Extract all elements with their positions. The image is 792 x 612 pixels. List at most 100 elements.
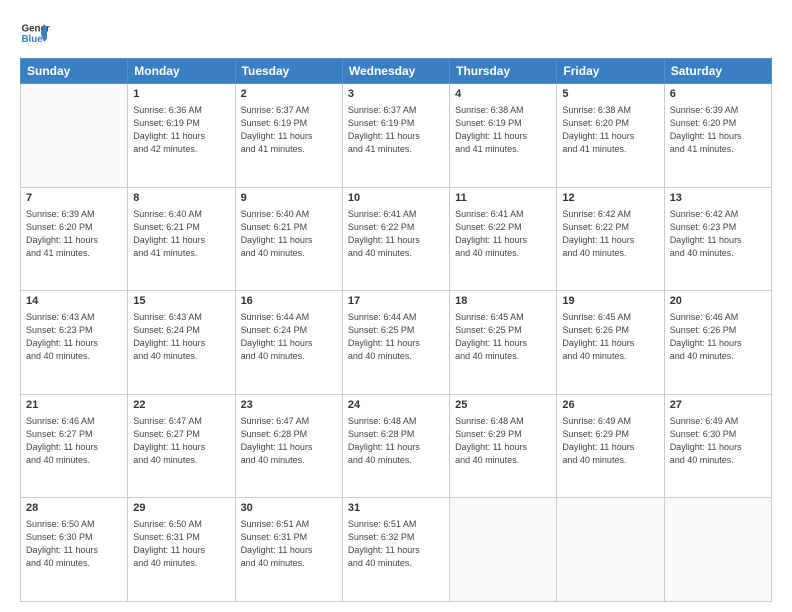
calendar-cell bbox=[21, 84, 128, 188]
day-info: Sunrise: 6:40 AM Sunset: 6:21 PM Dayligh… bbox=[241, 208, 337, 260]
day-number: 23 bbox=[241, 398, 337, 414]
calendar-cell: 11Sunrise: 6:41 AM Sunset: 6:22 PM Dayli… bbox=[450, 187, 557, 291]
calendar-cell bbox=[450, 498, 557, 602]
day-info: Sunrise: 6:48 AM Sunset: 6:29 PM Dayligh… bbox=[455, 415, 551, 467]
day-number: 10 bbox=[348, 191, 444, 207]
calendar-cell: 3Sunrise: 6:37 AM Sunset: 6:19 PM Daylig… bbox=[342, 84, 449, 188]
day-info: Sunrise: 6:46 AM Sunset: 6:26 PM Dayligh… bbox=[670, 311, 766, 363]
day-info: Sunrise: 6:38 AM Sunset: 6:20 PM Dayligh… bbox=[562, 104, 658, 156]
calendar-week-4: 28Sunrise: 6:50 AM Sunset: 6:30 PM Dayli… bbox=[21, 498, 772, 602]
calendar-cell: 15Sunrise: 6:43 AM Sunset: 6:24 PM Dayli… bbox=[128, 291, 235, 395]
day-info: Sunrise: 6:37 AM Sunset: 6:19 PM Dayligh… bbox=[241, 104, 337, 156]
day-number: 6 bbox=[670, 87, 766, 103]
col-header-monday: Monday bbox=[128, 59, 235, 84]
day-number: 21 bbox=[26, 398, 122, 414]
day-number: 4 bbox=[455, 87, 551, 103]
day-info: Sunrise: 6:47 AM Sunset: 6:28 PM Dayligh… bbox=[241, 415, 337, 467]
day-number: 31 bbox=[348, 501, 444, 517]
day-number: 2 bbox=[241, 87, 337, 103]
day-number: 9 bbox=[241, 191, 337, 207]
calendar-cell: 19Sunrise: 6:45 AM Sunset: 6:26 PM Dayli… bbox=[557, 291, 664, 395]
day-number: 27 bbox=[670, 398, 766, 414]
calendar-cell: 29Sunrise: 6:50 AM Sunset: 6:31 PM Dayli… bbox=[128, 498, 235, 602]
day-number: 29 bbox=[133, 501, 229, 517]
day-info: Sunrise: 6:42 AM Sunset: 6:23 PM Dayligh… bbox=[670, 208, 766, 260]
calendar-cell: 23Sunrise: 6:47 AM Sunset: 6:28 PM Dayli… bbox=[235, 394, 342, 498]
calendar-week-3: 21Sunrise: 6:46 AM Sunset: 6:27 PM Dayli… bbox=[21, 394, 772, 498]
day-number: 18 bbox=[455, 294, 551, 310]
calendar-cell: 30Sunrise: 6:51 AM Sunset: 6:31 PM Dayli… bbox=[235, 498, 342, 602]
day-number: 15 bbox=[133, 294, 229, 310]
day-info: Sunrise: 6:50 AM Sunset: 6:31 PM Dayligh… bbox=[133, 518, 229, 570]
logo-icon: General Blue bbox=[20, 18, 50, 48]
calendar-cell: 25Sunrise: 6:48 AM Sunset: 6:29 PM Dayli… bbox=[450, 394, 557, 498]
calendar-cell: 22Sunrise: 6:47 AM Sunset: 6:27 PM Dayli… bbox=[128, 394, 235, 498]
day-number: 1 bbox=[133, 87, 229, 103]
day-info: Sunrise: 6:42 AM Sunset: 6:22 PM Dayligh… bbox=[562, 208, 658, 260]
calendar-cell: 12Sunrise: 6:42 AM Sunset: 6:22 PM Dayli… bbox=[557, 187, 664, 291]
calendar-cell: 26Sunrise: 6:49 AM Sunset: 6:29 PM Dayli… bbox=[557, 394, 664, 498]
day-info: Sunrise: 6:45 AM Sunset: 6:25 PM Dayligh… bbox=[455, 311, 551, 363]
day-number: 16 bbox=[241, 294, 337, 310]
day-number: 12 bbox=[562, 191, 658, 207]
calendar-cell: 4Sunrise: 6:38 AM Sunset: 6:19 PM Daylig… bbox=[450, 84, 557, 188]
day-info: Sunrise: 6:44 AM Sunset: 6:24 PM Dayligh… bbox=[241, 311, 337, 363]
calendar-cell: 14Sunrise: 6:43 AM Sunset: 6:23 PM Dayli… bbox=[21, 291, 128, 395]
calendar-cell: 9Sunrise: 6:40 AM Sunset: 6:21 PM Daylig… bbox=[235, 187, 342, 291]
day-number: 14 bbox=[26, 294, 122, 310]
calendar-cell: 5Sunrise: 6:38 AM Sunset: 6:20 PM Daylig… bbox=[557, 84, 664, 188]
day-info: Sunrise: 6:50 AM Sunset: 6:30 PM Dayligh… bbox=[26, 518, 122, 570]
day-number: 13 bbox=[670, 191, 766, 207]
calendar-header-row: SundayMondayTuesdayWednesdayThursdayFrid… bbox=[21, 59, 772, 84]
day-info: Sunrise: 6:37 AM Sunset: 6:19 PM Dayligh… bbox=[348, 104, 444, 156]
calendar-cell: 1Sunrise: 6:36 AM Sunset: 6:19 PM Daylig… bbox=[128, 84, 235, 188]
calendar-cell bbox=[557, 498, 664, 602]
calendar-cell: 28Sunrise: 6:50 AM Sunset: 6:30 PM Dayli… bbox=[21, 498, 128, 602]
day-info: Sunrise: 6:51 AM Sunset: 6:32 PM Dayligh… bbox=[348, 518, 444, 570]
col-header-tuesday: Tuesday bbox=[235, 59, 342, 84]
day-info: Sunrise: 6:39 AM Sunset: 6:20 PM Dayligh… bbox=[670, 104, 766, 156]
day-info: Sunrise: 6:51 AM Sunset: 6:31 PM Dayligh… bbox=[241, 518, 337, 570]
day-number: 17 bbox=[348, 294, 444, 310]
calendar-cell: 2Sunrise: 6:37 AM Sunset: 6:19 PM Daylig… bbox=[235, 84, 342, 188]
day-info: Sunrise: 6:46 AM Sunset: 6:27 PM Dayligh… bbox=[26, 415, 122, 467]
calendar-cell: 10Sunrise: 6:41 AM Sunset: 6:22 PM Dayli… bbox=[342, 187, 449, 291]
day-number: 22 bbox=[133, 398, 229, 414]
day-info: Sunrise: 6:43 AM Sunset: 6:23 PM Dayligh… bbox=[26, 311, 122, 363]
calendar-cell: 7Sunrise: 6:39 AM Sunset: 6:20 PM Daylig… bbox=[21, 187, 128, 291]
calendar-cell: 21Sunrise: 6:46 AM Sunset: 6:27 PM Dayli… bbox=[21, 394, 128, 498]
calendar-week-2: 14Sunrise: 6:43 AM Sunset: 6:23 PM Dayli… bbox=[21, 291, 772, 395]
day-number: 5 bbox=[562, 87, 658, 103]
svg-text:Blue: Blue bbox=[22, 34, 44, 45]
day-info: Sunrise: 6:41 AM Sunset: 6:22 PM Dayligh… bbox=[455, 208, 551, 260]
day-number: 11 bbox=[455, 191, 551, 207]
day-info: Sunrise: 6:49 AM Sunset: 6:29 PM Dayligh… bbox=[562, 415, 658, 467]
day-info: Sunrise: 6:43 AM Sunset: 6:24 PM Dayligh… bbox=[133, 311, 229, 363]
day-number: 8 bbox=[133, 191, 229, 207]
day-number: 30 bbox=[241, 501, 337, 517]
logo: General Blue bbox=[20, 18, 50, 48]
col-header-friday: Friday bbox=[557, 59, 664, 84]
calendar-cell: 31Sunrise: 6:51 AM Sunset: 6:32 PM Dayli… bbox=[342, 498, 449, 602]
header: General Blue bbox=[20, 18, 772, 48]
day-info: Sunrise: 6:39 AM Sunset: 6:20 PM Dayligh… bbox=[26, 208, 122, 260]
calendar-cell: 17Sunrise: 6:44 AM Sunset: 6:25 PM Dayli… bbox=[342, 291, 449, 395]
day-number: 26 bbox=[562, 398, 658, 414]
day-info: Sunrise: 6:38 AM Sunset: 6:19 PM Dayligh… bbox=[455, 104, 551, 156]
day-info: Sunrise: 6:44 AM Sunset: 6:25 PM Dayligh… bbox=[348, 311, 444, 363]
calendar-cell: 6Sunrise: 6:39 AM Sunset: 6:20 PM Daylig… bbox=[664, 84, 771, 188]
col-header-sunday: Sunday bbox=[21, 59, 128, 84]
day-info: Sunrise: 6:41 AM Sunset: 6:22 PM Dayligh… bbox=[348, 208, 444, 260]
calendar-table: SundayMondayTuesdayWednesdayThursdayFrid… bbox=[20, 58, 772, 602]
day-info: Sunrise: 6:40 AM Sunset: 6:21 PM Dayligh… bbox=[133, 208, 229, 260]
col-header-wednesday: Wednesday bbox=[342, 59, 449, 84]
day-number: 20 bbox=[670, 294, 766, 310]
day-info: Sunrise: 6:47 AM Sunset: 6:27 PM Dayligh… bbox=[133, 415, 229, 467]
calendar-cell: 20Sunrise: 6:46 AM Sunset: 6:26 PM Dayli… bbox=[664, 291, 771, 395]
day-info: Sunrise: 6:45 AM Sunset: 6:26 PM Dayligh… bbox=[562, 311, 658, 363]
day-info: Sunrise: 6:48 AM Sunset: 6:28 PM Dayligh… bbox=[348, 415, 444, 467]
day-number: 25 bbox=[455, 398, 551, 414]
day-number: 28 bbox=[26, 501, 122, 517]
calendar-cell: 13Sunrise: 6:42 AM Sunset: 6:23 PM Dayli… bbox=[664, 187, 771, 291]
day-number: 24 bbox=[348, 398, 444, 414]
